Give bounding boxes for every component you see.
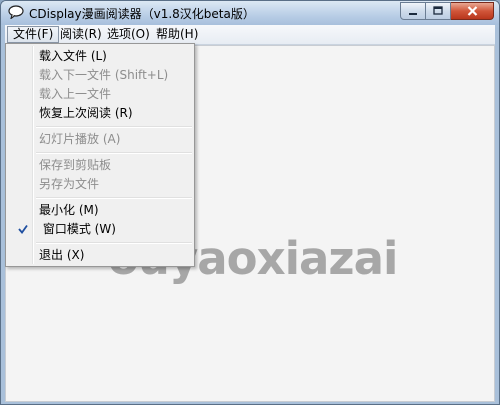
window-controls (400, 2, 494, 21)
close-icon (467, 6, 477, 16)
app-window: CDisplay漫画阅读器（v1.8汉化beta版） 文件(F) 阅读(R) 选… (0, 0, 500, 405)
menu-item-window-mode[interactable]: 窗口模式 (W) (8, 219, 192, 239)
maximize-button[interactable] (426, 2, 451, 20)
maximize-icon (433, 6, 443, 15)
menu-item-load-previous-file[interactable]: 载入上一文件 (8, 84, 192, 104)
menu-separator (36, 126, 192, 128)
menu-item-load-next-file[interactable]: 载入下一文件 (Shift+L) (8, 65, 192, 85)
menu-item-save-to-clipboard[interactable]: 保存到剪贴板 (8, 155, 192, 175)
minimize-icon (409, 13, 417, 15)
menu-item-resume-last-reading[interactable]: 恢复上次阅读 (R) (8, 103, 192, 123)
menu-bar: 文件(F) 阅读(R) 选项(O) 帮助(H) (5, 25, 495, 45)
menu-item-slideshow[interactable]: 幻灯片播放 (A) (8, 129, 192, 149)
menu-item-window-mode-label: 窗口模式 (W) (42, 222, 116, 236)
menu-item-load-file[interactable]: 载入文件 (L) (8, 46, 192, 66)
title-bar[interactable]: CDisplay漫画阅读器（v1.8汉化beta版） (1, 1, 499, 25)
file-menu-dropdown: 载入文件 (L) 载入下一文件 (Shift+L) 载入上一文件 恢复上次阅读 … (5, 43, 195, 267)
menu-item-save-as-file[interactable]: 另存为文件 (8, 174, 192, 194)
menu-file[interactable]: 文件(F) (7, 26, 60, 43)
close-button[interactable] (451, 2, 494, 20)
menu-item-exit[interactable]: 退出 (X) (8, 245, 192, 265)
menu-separator (36, 242, 192, 244)
menu-help[interactable]: 帮助(H) (151, 26, 203, 43)
checkmark-icon (18, 224, 28, 234)
speech-bubble-icon[interactable] (8, 5, 24, 19)
menu-item-minimize[interactable]: 最小化 (M) (8, 200, 192, 220)
minimize-button[interactable] (400, 2, 426, 20)
menu-read[interactable]: 阅读(R) (55, 26, 107, 43)
window-title: CDisplay漫画阅读器（v1.8汉化beta版） (29, 7, 255, 21)
menu-separator (36, 152, 192, 154)
menu-options[interactable]: 选项(O) (102, 26, 155, 43)
menu-separator (36, 197, 192, 199)
